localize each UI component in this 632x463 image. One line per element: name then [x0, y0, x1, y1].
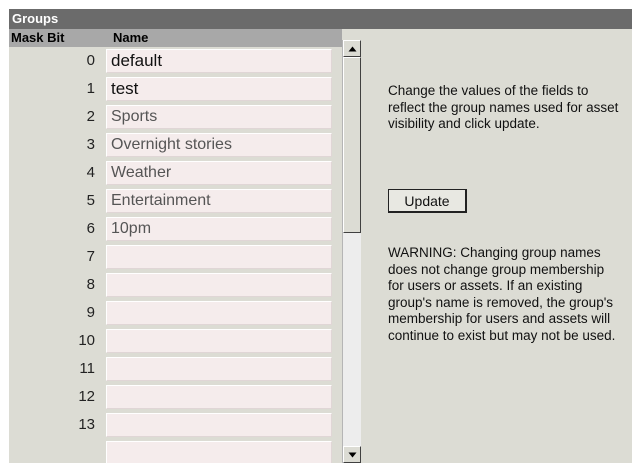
group-name-input[interactable] — [106, 441, 332, 463]
table-row: 13 — [9, 411, 342, 439]
scroll-thumb[interactable] — [343, 57, 361, 233]
table-row: 2 — [9, 103, 342, 131]
warning-text: WARNING: Changing group names does not c… — [388, 245, 616, 343]
group-name-input[interactable] — [106, 357, 332, 381]
table-row: 5 — [9, 187, 342, 215]
scroll-up-button[interactable] — [343, 40, 361, 57]
group-name-input[interactable] — [106, 273, 332, 297]
table-row: 3 — [9, 131, 342, 159]
group-name-input[interactable] — [106, 161, 332, 185]
mask-bit-value: 2 — [86, 108, 95, 125]
group-name-input[interactable] — [106, 413, 332, 437]
mask-bit-value: 3 — [86, 136, 95, 153]
table-row: 10 — [9, 327, 342, 355]
groups-panel: Groups Mask Bit Name 012345678910111213 — [9, 9, 632, 463]
mask-bit-value: 9 — [86, 304, 95, 321]
instructions-text: Change the values of the fields to refle… — [388, 83, 619, 131]
group-name-input[interactable] — [106, 105, 332, 129]
group-name-input[interactable] — [106, 217, 332, 241]
group-name-input[interactable] — [106, 77, 332, 101]
table-row — [9, 439, 342, 463]
mask-bit-value: 10 — [78, 332, 95, 349]
update-button[interactable]: Update — [388, 189, 467, 213]
table-row: 1 — [9, 75, 342, 103]
table-row: 4 — [9, 159, 342, 187]
mask-bit-value: 11 — [79, 360, 95, 377]
table-row: 7 — [9, 243, 342, 271]
group-name-input[interactable] — [106, 189, 332, 213]
mask-bit-value: 6 — [86, 220, 95, 237]
mask-bit-value: 8 — [86, 276, 95, 293]
scroll-down-button[interactable] — [343, 446, 361, 463]
table-row: 9 — [9, 299, 342, 327]
group-name-input[interactable] — [106, 245, 332, 269]
table-row: 8 — [9, 271, 342, 299]
group-name-input[interactable] — [106, 301, 332, 325]
table-row: 12 — [9, 383, 342, 411]
mask-bit-value — [9, 439, 95, 463]
groups-scrollbar[interactable] — [342, 40, 361, 463]
table-row: 11 — [9, 355, 342, 383]
table-header: Mask Bit Name — [9, 29, 342, 47]
group-name-input[interactable] — [106, 385, 332, 409]
mask-bit-value: 7 — [86, 248, 95, 265]
group-name-input[interactable] — [106, 133, 332, 157]
mask-bit-value: 1 — [86, 80, 95, 97]
arrow-up-icon — [348, 46, 357, 52]
panel-title: Groups — [9, 9, 632, 29]
mask-bit-column-header: Mask Bit — [11, 30, 65, 45]
mask-bit-value: 4 — [86, 164, 95, 181]
group-name-input[interactable] — [106, 329, 332, 353]
groups-table-body: 012345678910111213 — [9, 47, 342, 463]
table-row: 0 — [9, 47, 342, 75]
group-name-input[interactable] — [106, 49, 332, 73]
mask-bit-value: 5 — [86, 192, 95, 209]
name-column-header: Name — [113, 30, 149, 45]
mask-bit-value: 12 — [78, 388, 95, 405]
mask-bit-value: 13 — [78, 416, 95, 433]
table-row: 6 — [9, 215, 342, 243]
arrow-down-icon — [348, 452, 357, 458]
mask-bit-value: 0 — [86, 52, 95, 69]
